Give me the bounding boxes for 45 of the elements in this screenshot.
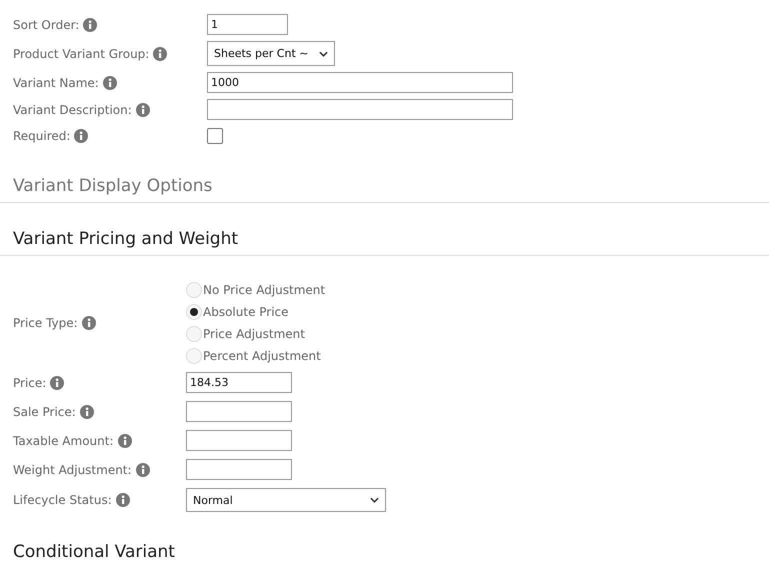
text-field[interactable]: 1 [207, 14, 288, 35]
dropdown[interactable]: Sheets per Cnt ~ [207, 41, 335, 66]
dropdown[interactable]: Normal [186, 488, 386, 512]
field-label: Taxable Amount: [13, 434, 114, 448]
field-label: Sort Order: [13, 18, 80, 32]
chevron-icon [370, 497, 379, 503]
field-label: Price Type: [13, 316, 78, 330]
field-label: Price: [13, 376, 46, 390]
radio-label[interactable]: Absolute Price [203, 305, 289, 319]
radio-button[interactable] [186, 304, 202, 320]
info-icon[interactable] [118, 434, 132, 448]
info-icon[interactable] [83, 18, 98, 32]
field-label: Weight Adjustment: [13, 462, 132, 476]
radio-label[interactable]: Price Adjustment [203, 327, 305, 341]
section-heading[interactable]: Variant Display Options [0, 176, 769, 203]
section-heading[interactable]: Conditional Variant [13, 542, 769, 562]
info-icon[interactable] [153, 46, 168, 60]
text-field[interactable] [186, 401, 292, 422]
text-field[interactable] [186, 459, 292, 480]
radio-button[interactable] [186, 282, 202, 298]
info-icon[interactable] [102, 76, 117, 90]
text-field[interactable]: 184.53 [186, 372, 292, 393]
text-field[interactable] [207, 99, 513, 120]
field-label: Lifecycle Status: [13, 493, 112, 507]
info-icon[interactable] [136, 102, 150, 116]
info-icon[interactable] [74, 129, 88, 143]
info-icon[interactable] [80, 404, 94, 418]
info-icon[interactable] [82, 316, 96, 330]
info-icon[interactable] [116, 493, 130, 507]
field-label: Variant Name: [13, 76, 99, 90]
info-icon[interactable] [136, 462, 150, 476]
section-heading[interactable]: Variant Pricing and Weight [0, 229, 769, 256]
field-label: Sale Price: [13, 404, 76, 418]
radio-label[interactable]: Percent Adjustment [203, 349, 321, 363]
chevron-icon [319, 50, 328, 56]
field-label: Product Variant Group: [13, 46, 150, 60]
field-label: Required: [13, 129, 70, 143]
radio-button[interactable] [186, 326, 202, 342]
info-icon[interactable] [50, 376, 64, 390]
text-field[interactable]: 1000 [207, 72, 513, 93]
text-field[interactable] [186, 430, 292, 451]
radio-label[interactable]: No Price Adjustment [203, 283, 326, 297]
checkbox[interactable] [207, 128, 223, 144]
field-label: Variant Description: [13, 102, 132, 116]
radio-button[interactable] [186, 348, 202, 364]
